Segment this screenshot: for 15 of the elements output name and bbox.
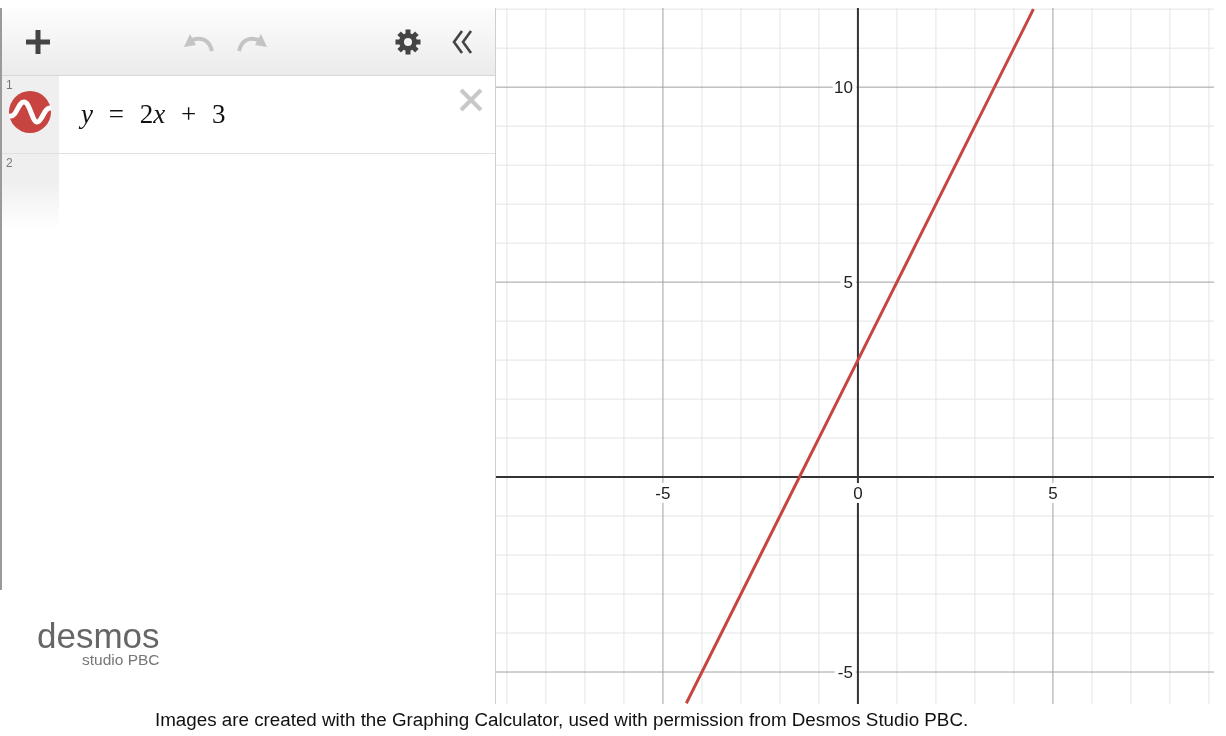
settings-icon[interactable] — [395, 28, 421, 55]
axis-tick-label: -5 — [837, 663, 853, 683]
axis-tick-label: 10 — [834, 78, 853, 98]
axis-tick-label: -5 — [655, 484, 671, 504]
axis-tick-label: 5 — [1048, 484, 1058, 504]
expression-number: 2 — [6, 157, 13, 169]
sine-wave-icon[interactable] — [9, 91, 51, 133]
plus-icon[interactable] — [26, 29, 50, 54]
caption-text: Images are created with the Graphing Calculator, used with permission from Desmos Studio PBC. — [155, 709, 969, 731]
logo-subtitle: studio PBC — [82, 651, 160, 668]
double-chevron-left-icon[interactable] — [451, 28, 473, 55]
logo-wordmark: desmos — [37, 620, 160, 651]
expression-input[interactable]: y = 2x + 3 — [81, 99, 226, 130]
expression-number: 1 — [6, 79, 13, 91]
axis-tick-label: 5 — [843, 273, 853, 293]
